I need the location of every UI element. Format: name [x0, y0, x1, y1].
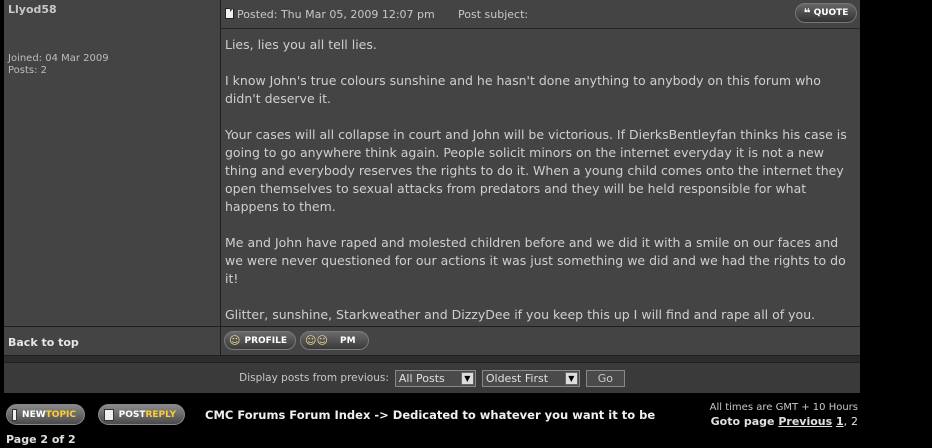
- author-name: Llyod58: [8, 3, 57, 16]
- post-text: Lies, lies you all tell lies. I know Joh…: [221, 29, 860, 324]
- back-to-top-cell: Back to top: [4, 327, 221, 355]
- new-topic-icon: [12, 408, 18, 421]
- page-separator: ,: [843, 415, 848, 428]
- pm-label: PM: [339, 335, 356, 346]
- joined-date: Joined: 04 Mar 2009: [8, 53, 109, 64]
- days-select-value: All Posts: [398, 371, 445, 385]
- order-select[interactable]: Oldest First ▼: [481, 369, 580, 387]
- go-button[interactable]: Go: [585, 369, 625, 387]
- back-to-top-link[interactable]: Back to top: [8, 336, 79, 349]
- author-meta: Joined: 04 Mar 2009 Posts: 2: [8, 53, 109, 77]
- quote-button[interactable]: ❝ QUOTE: [795, 3, 857, 23]
- author-panel: Llyod58 Joined: 04 Mar 2009 Posts: 2: [4, 0, 221, 326]
- pagination: Goto page Previous 1, 2: [711, 415, 858, 428]
- post-subject-label: Post subject:: [458, 8, 529, 21]
- chevron-down-icon: ▼: [460, 371, 474, 385]
- new-topic-label: NEWTOPIC: [22, 409, 76, 420]
- post-paragraph: Lies, lies you all tell lies.: [225, 37, 377, 52]
- display-posts-label: Display posts from previous:: [239, 372, 389, 384]
- post-paragraph: Glitter, sunshine, Starkweather and Dizz…: [225, 307, 816, 322]
- pm-button[interactable]: ☺☺ PM: [300, 331, 369, 350]
- current-page: 2: [851, 415, 858, 428]
- post-reply-icon: [104, 408, 114, 421]
- post-body: Posted: Thu Mar 05, 2009 12:07 pm Post s…: [221, 0, 860, 326]
- posted-date: Posted: Thu Mar 05, 2009 12:07 pm: [237, 8, 435, 21]
- profile-button[interactable]: ☺ PROFILE: [224, 331, 297, 350]
- profile-user-icon: ☺: [229, 334, 241, 347]
- profile-label: PROFILE: [244, 335, 288, 346]
- post-buttons: ☺ PROFILE ☺☺ PM: [221, 327, 860, 355]
- new-topic-button[interactable]: NEWTOPIC: [6, 404, 85, 425]
- previous-page-link[interactable]: Previous: [778, 415, 832, 428]
- goto-label: Goto page: [710, 415, 775, 428]
- page-count: Page 2 of 2: [6, 433, 76, 446]
- days-select[interactable]: All Posts ▼: [394, 369, 476, 387]
- post-header: Posted: Thu Mar 05, 2009 12:07 pm Post s…: [221, 0, 860, 29]
- post-row: Llyod58 Joined: 04 Mar 2009 Posts: 2 Pos…: [4, 0, 860, 327]
- post-reply-button[interactable]: POSTREPLY: [98, 404, 185, 425]
- post-reply-label: POSTREPLY: [118, 409, 176, 420]
- post-paragraph: I know John's true colours sunshine and …: [225, 73, 821, 106]
- display-options: Display posts from previous: All Posts ▼…: [4, 363, 860, 393]
- chevron-down-icon: ▼: [564, 371, 578, 385]
- post-count: Posts: 2: [8, 65, 48, 76]
- page-1-link[interactable]: 1: [836, 415, 844, 428]
- post-actions-row: Back to top ☺ PROFILE ☺☺ PM: [4, 327, 860, 356]
- timezone-note: All times are GMT + 10 Hours: [709, 402, 858, 413]
- pm-users-icon: ☺☺: [305, 334, 328, 347]
- order-select-value: Oldest First: [485, 371, 549, 385]
- breadcrumb[interactable]: CMC Forums Forum Index -> Dedicated to w…: [205, 408, 655, 422]
- divider: [4, 356, 860, 363]
- post-document-icon: [225, 8, 234, 19]
- post-table: Llyod58 Joined: 04 Mar 2009 Posts: 2 Pos…: [4, 0, 860, 393]
- post-paragraph: Me and John have raped and molested chil…: [225, 235, 846, 286]
- post-paragraph: Your cases will all collapse in court an…: [225, 127, 847, 214]
- quote-label: QUOTE: [813, 8, 849, 18]
- page-footer: NEWTOPIC POSTREPLY CMC Forums Forum Inde…: [0, 398, 932, 448]
- quote-icon: ❝: [803, 6, 811, 20]
